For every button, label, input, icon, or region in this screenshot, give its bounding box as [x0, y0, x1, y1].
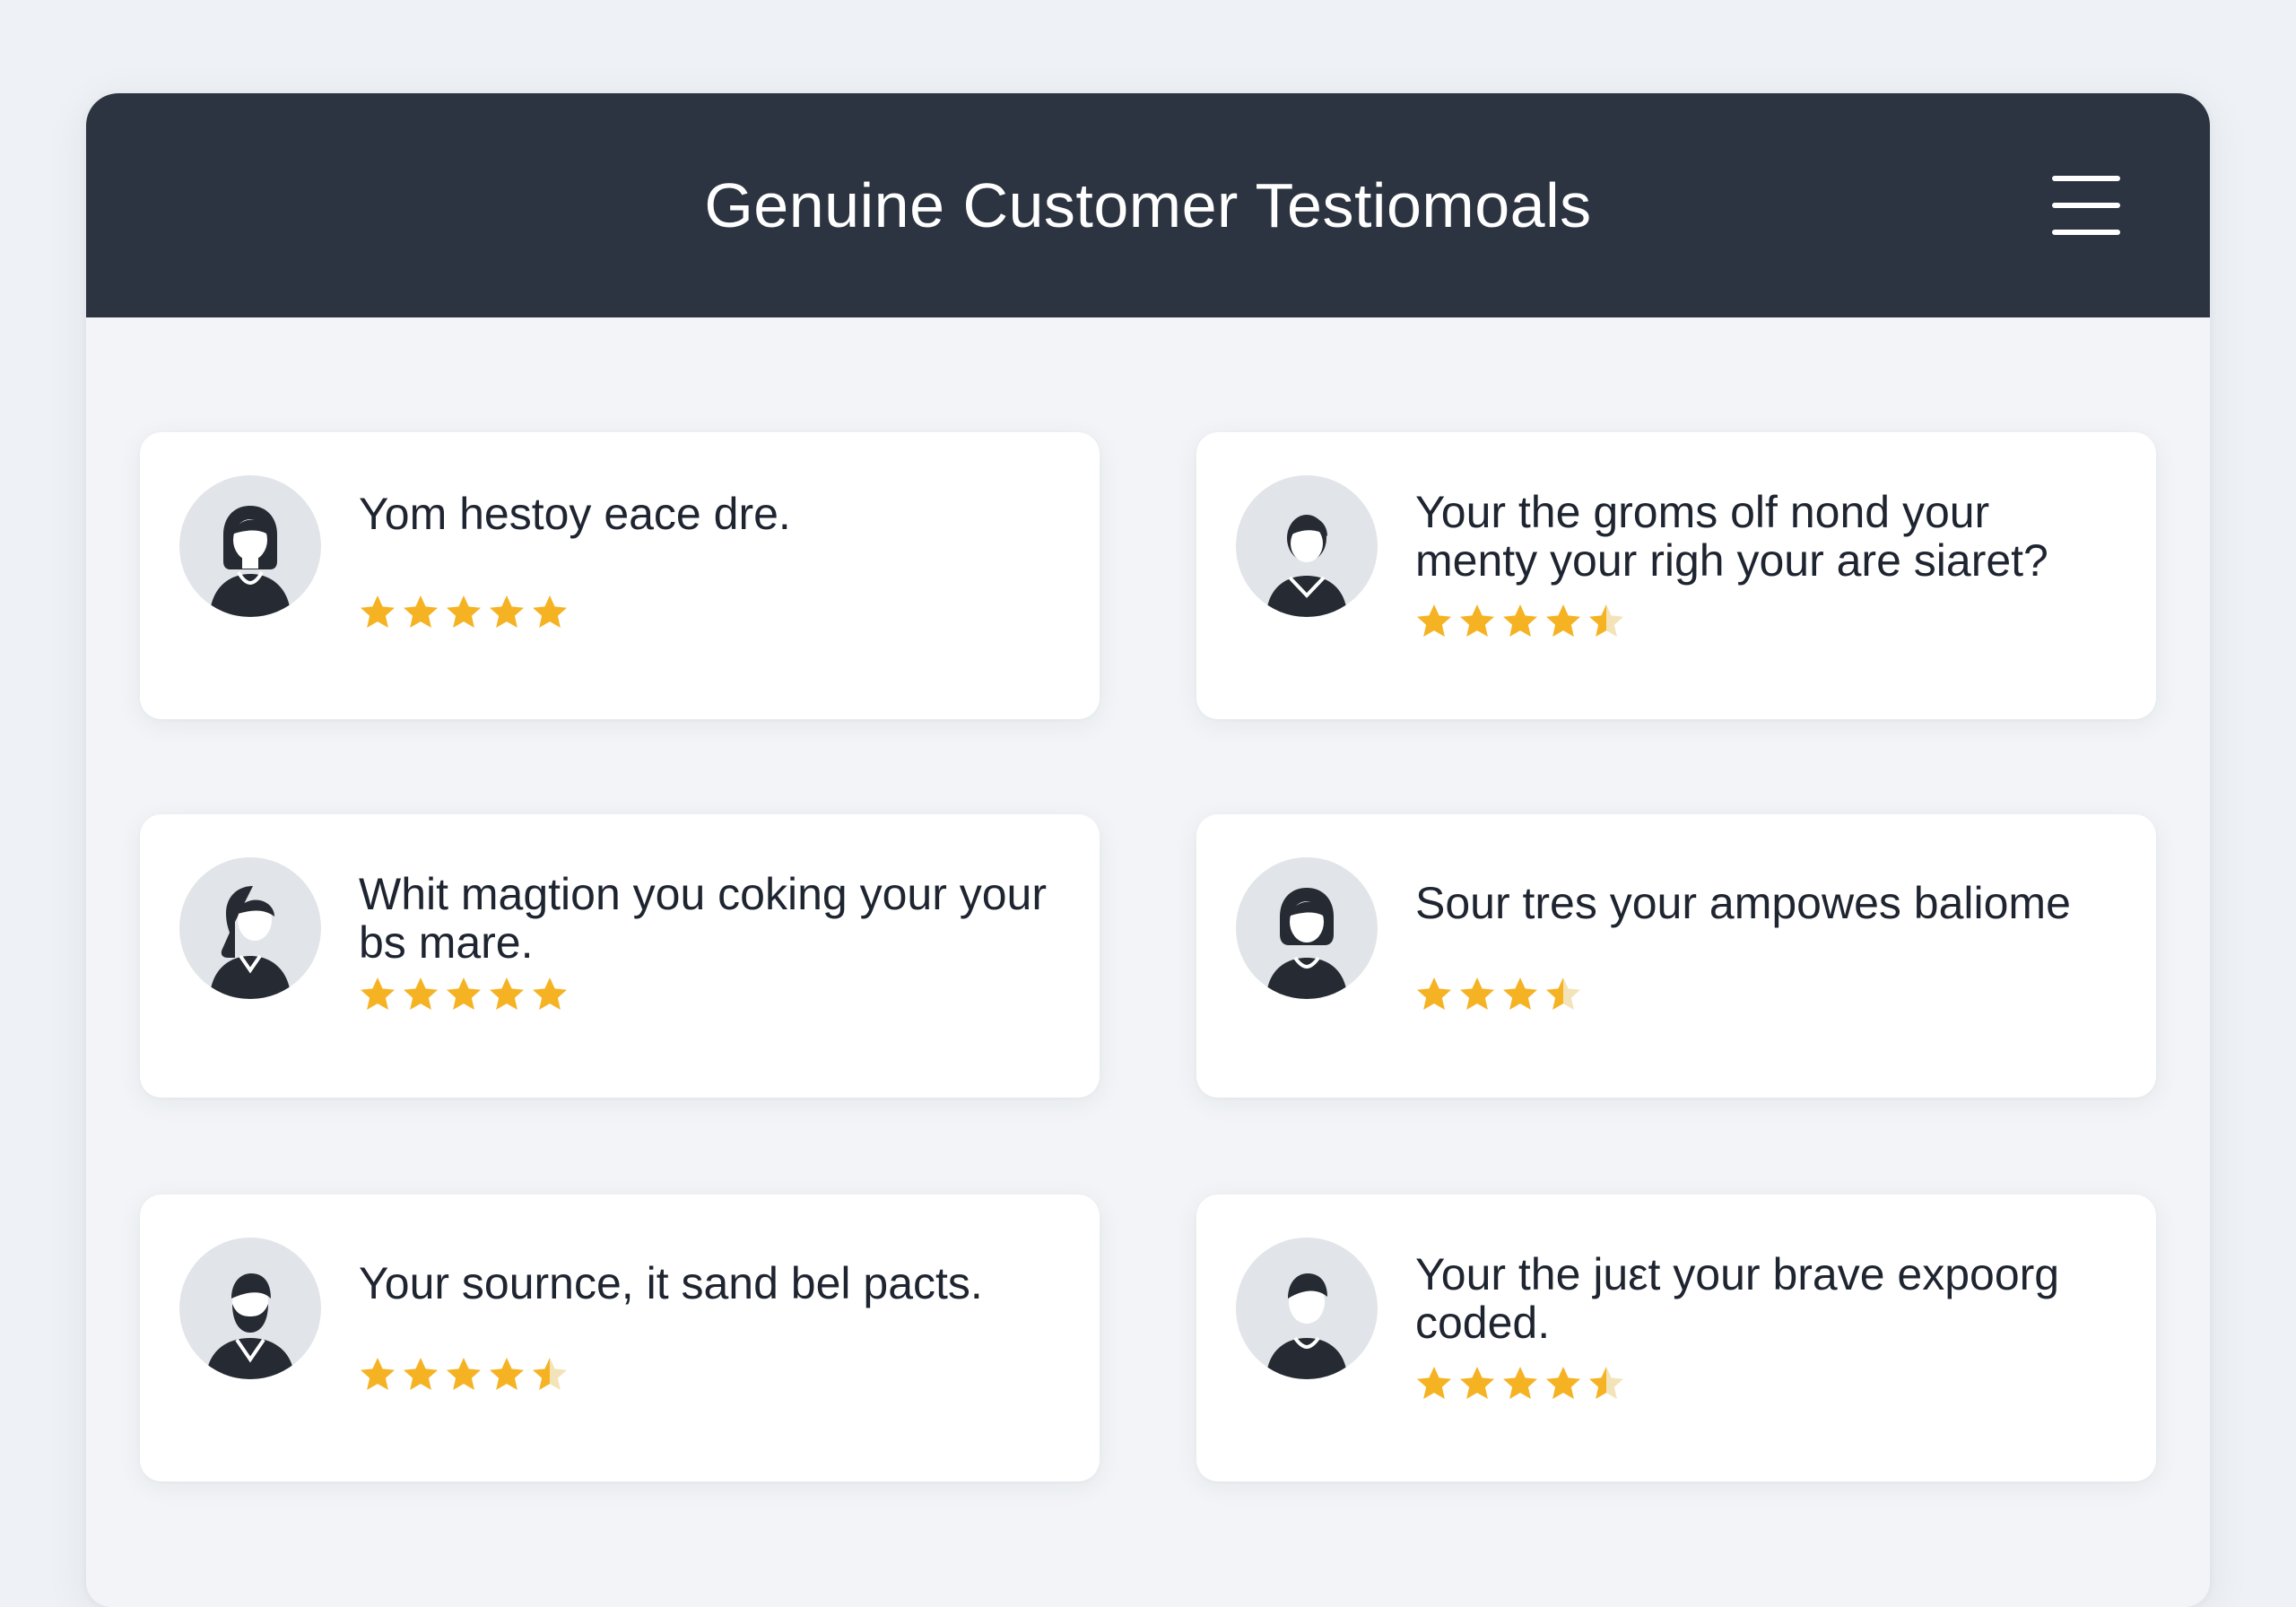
hamburger-menu-icon[interactable] — [2041, 165, 2131, 246]
page-title: Genuine Customer Testiomoals — [704, 170, 1592, 240]
testimonial-card: Your the groms olf nond your menty your … — [1196, 432, 2156, 719]
star-full-icon — [1501, 603, 1539, 640]
star-full-icon — [1415, 1365, 1453, 1403]
star-full-icon — [488, 594, 526, 631]
star-full-icon — [445, 1356, 483, 1394]
star-full-icon — [445, 594, 483, 631]
star-full-icon — [1458, 1365, 1496, 1403]
testimonial-quote: Yom hestoy eace dre. — [359, 489, 791, 539]
menu-bar — [2052, 176, 2120, 181]
star-full-icon — [1458, 976, 1496, 1013]
star-full-icon — [1501, 1365, 1539, 1403]
star-rating — [359, 1356, 569, 1394]
star-full-icon — [359, 976, 396, 1013]
star-full-icon — [1458, 603, 1496, 640]
man-avatar-icon — [1236, 1238, 1378, 1379]
woman-avatar-icon — [179, 475, 321, 617]
testimonials-window: Genuine Customer Testiomoals Yom hestoy … — [86, 93, 2210, 1607]
star-full-icon — [402, 594, 439, 631]
star-full-icon — [445, 976, 483, 1013]
testimonial-card: Yom hestoy eace dre. — [140, 432, 1100, 719]
man-avatar-icon — [1236, 475, 1378, 617]
testimonial-quote: Sour tres your ampowes baliome — [1415, 878, 2071, 928]
testimonial-quote: Your the groms olf nond your menty your … — [1415, 487, 2048, 586]
testimonial-card: Your sournce, it sand bel pacts. — [140, 1194, 1100, 1481]
testimonial-quote: Your sournce, it sand bel pacts. — [359, 1258, 983, 1308]
star-full-icon — [359, 594, 396, 631]
menu-bar — [2052, 203, 2120, 208]
header-bar: Genuine Customer Testiomoals — [86, 93, 2210, 317]
star-full-icon — [1544, 1365, 1582, 1403]
star-half-icon — [1544, 976, 1582, 1013]
star-rating — [1415, 976, 1582, 1013]
star-full-icon — [359, 1356, 396, 1394]
star-full-icon — [531, 594, 569, 631]
star-full-icon — [402, 1356, 439, 1394]
star-rating — [1415, 603, 1625, 640]
star-full-icon — [1415, 603, 1453, 640]
woman-avatar-icon — [1236, 857, 1378, 999]
star-rating — [1415, 1365, 1625, 1403]
star-full-icon — [1501, 976, 1539, 1013]
bearded-man-avatar-icon — [179, 1238, 321, 1379]
star-rating — [359, 594, 569, 631]
testimonial-card: Whit magtion you coking your your bs mar… — [140, 814, 1100, 1098]
testimonial-card: Sour tres your ampowes baliome — [1196, 814, 2156, 1098]
star-full-icon — [1415, 976, 1453, 1013]
testimonial-quote: Your the juεt your brave expoorg coded. — [1415, 1249, 2060, 1348]
star-half-icon — [531, 1356, 569, 1394]
menu-bar — [2052, 230, 2120, 235]
star-full-icon — [488, 1356, 526, 1394]
star-full-icon — [1544, 603, 1582, 640]
star-full-icon — [488, 976, 526, 1013]
testimonial-card: Your the juεt your brave expoorg coded. — [1196, 1194, 2156, 1481]
star-half-icon — [1587, 603, 1625, 640]
woman-ponytail-avatar-icon — [179, 857, 321, 999]
testimonial-quote: Whit magtion you coking your your bs mar… — [359, 869, 1048, 968]
star-full-icon — [531, 976, 569, 1013]
star-full-icon — [402, 976, 439, 1013]
star-half-icon — [1587, 1365, 1625, 1403]
star-rating — [359, 976, 569, 1013]
